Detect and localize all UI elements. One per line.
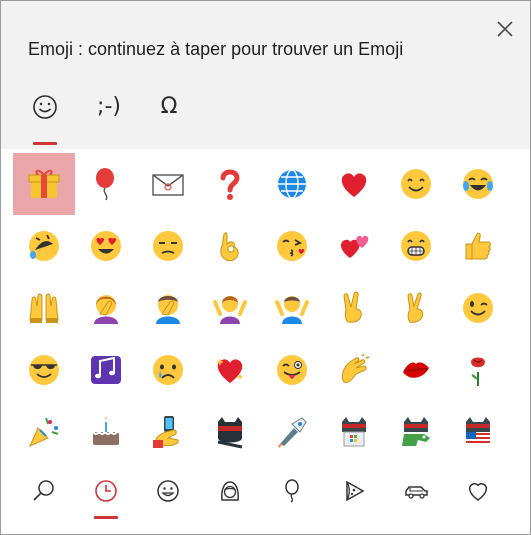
emoji-panel: Emoji : continuez à taper pour trouver u… bbox=[0, 0, 531, 535]
active-category-indicator bbox=[94, 516, 118, 519]
winking-face-with-tongue-emoji[interactable] bbox=[261, 339, 323, 401]
celebration-balloon-icon bbox=[285, 479, 299, 503]
category-people[interactable] bbox=[199, 469, 261, 513]
category-celebrations[interactable] bbox=[261, 469, 323, 513]
musical-notes-emoji[interactable] bbox=[75, 339, 137, 401]
active-tab-indicator bbox=[33, 142, 57, 145]
party-popper-emoji[interactable] bbox=[13, 401, 75, 463]
panel-title: Emoji : continuez à taper pour trouver u… bbox=[28, 39, 404, 59]
wrapped-gift-emoji[interactable] bbox=[13, 153, 75, 215]
smiling-face-with-heart-eyes-emoji[interactable] bbox=[75, 215, 137, 277]
omega-icon: Ω bbox=[160, 94, 178, 119]
smiley-icon bbox=[33, 95, 57, 119]
close-icon[interactable] bbox=[493, 17, 517, 41]
ok-hand-emoji[interactable] bbox=[199, 215, 261, 277]
emoji-grid bbox=[13, 153, 518, 463]
selfie-emoji[interactable] bbox=[137, 401, 199, 463]
heart-symbols-icon bbox=[468, 483, 488, 501]
red-question-mark-emoji[interactable] bbox=[199, 153, 261, 215]
category-food[interactable] bbox=[323, 469, 385, 513]
face-blowing-a-kiss-emoji[interactable] bbox=[261, 215, 323, 277]
balloon-emoji[interactable] bbox=[75, 153, 137, 215]
man-shrugging-emoji[interactable] bbox=[261, 277, 323, 339]
transport-car-icon bbox=[405, 486, 428, 499]
tab-emoji[interactable] bbox=[21, 87, 69, 145]
clapping-hands-emoji[interactable] bbox=[323, 339, 385, 401]
person-facepalming-emoji[interactable] bbox=[75, 277, 137, 339]
category-symbols[interactable] bbox=[447, 469, 509, 513]
rolling-on-the-floor-laughing-emoji[interactable] bbox=[13, 215, 75, 277]
crying-face-emoji[interactable] bbox=[137, 339, 199, 401]
people-icon bbox=[221, 481, 239, 501]
crossed-fingers-emoji[interactable] bbox=[385, 277, 447, 339]
ninja-cat-gift-emoji[interactable] bbox=[323, 401, 385, 463]
sparkling-heart-emoji[interactable] bbox=[199, 339, 261, 401]
kiss-mark-emoji[interactable] bbox=[385, 339, 447, 401]
category-recent[interactable] bbox=[75, 469, 137, 519]
category-search[interactable] bbox=[13, 469, 75, 513]
category-transport[interactable] bbox=[385, 469, 447, 513]
red-heart-emoji[interactable] bbox=[323, 153, 385, 215]
smiley-faces-icon bbox=[157, 480, 179, 502]
thumbs-up-emoji[interactable] bbox=[447, 215, 509, 277]
category-bar bbox=[13, 469, 518, 529]
beaming-face-emoji[interactable] bbox=[385, 215, 447, 277]
ninja-cat-dragon-emoji[interactable] bbox=[385, 401, 447, 463]
recent-clock-icon bbox=[95, 480, 117, 502]
two-hearts-emoji[interactable] bbox=[323, 215, 385, 277]
smiling-face-emoji[interactable] bbox=[385, 153, 447, 215]
smiling-face-with-sunglasses-emoji[interactable] bbox=[13, 339, 75, 401]
ninja-cat-rocket-emoji[interactable] bbox=[261, 401, 323, 463]
rose-emoji[interactable] bbox=[447, 339, 509, 401]
search-icon bbox=[33, 480, 54, 501]
ninja-cat-emoji[interactable] bbox=[199, 401, 261, 463]
emoji-panel-header: Emoji : continuez à taper pour trouver u… bbox=[1, 1, 530, 149]
tab-kaomoji[interactable]: ;-) bbox=[85, 87, 133, 139]
ninja-cat-usa-emoji[interactable] bbox=[447, 401, 509, 463]
birthday-cake-emoji[interactable] bbox=[75, 401, 137, 463]
winking-face-emoji[interactable] bbox=[447, 277, 509, 339]
tab-symbols[interactable]: Ω bbox=[145, 87, 193, 139]
raising-hands-emoji[interactable] bbox=[13, 277, 75, 339]
man-facepalming-emoji[interactable] bbox=[137, 277, 199, 339]
category-smileys[interactable] bbox=[137, 469, 199, 513]
kaomoji-label: ;-) bbox=[97, 94, 121, 119]
food-pizza-icon bbox=[346, 480, 365, 502]
face-with-tears-of-joy-emoji[interactable] bbox=[447, 153, 509, 215]
unamused-face-emoji[interactable] bbox=[137, 215, 199, 277]
globe-emoji[interactable] bbox=[261, 153, 323, 215]
victory-hand-emoji[interactable] bbox=[323, 277, 385, 339]
envelope-emoji[interactable] bbox=[137, 153, 199, 215]
person-shrugging-emoji[interactable] bbox=[199, 277, 261, 339]
